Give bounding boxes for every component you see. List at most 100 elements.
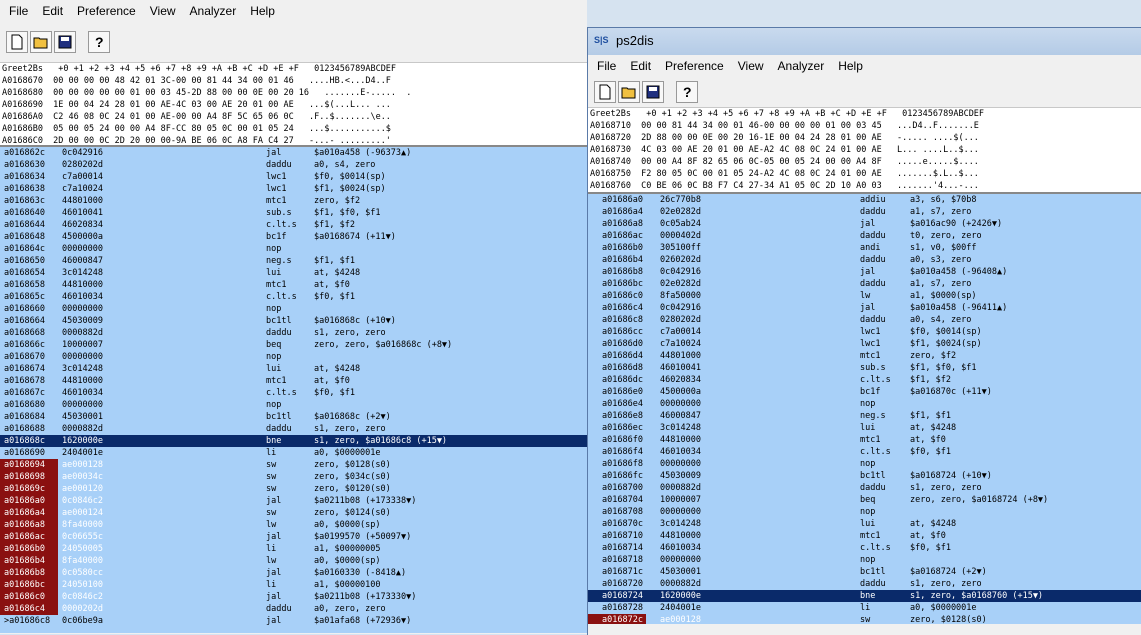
disasm-row[interactable]: a0168630 0280202d daddu a0, s4, zero [0,159,587,171]
disasm-row[interactable]: a01686b8 0c042916 jal $a010a458 (-96408▲) [588,266,1141,278]
disasm-row[interactable]: a01686cc c7a00014 lwc1 $f0, $0014(sp) [588,326,1141,338]
disasm-row[interactable]: a0168670 00000000 nop [0,351,587,363]
disasm-row[interactable]: a0168690 2404001e li a0, $0000001e [0,447,587,459]
disasm-row[interactable]: a0168728 2404001e li a0, $0000001e [588,602,1141,614]
disasm-row[interactable]: a01686b4 8fa40000 lw a0, $0000(sp) [0,555,587,567]
disasm-row[interactable]: a0168668 0000882d daddu s1, zero, zero [0,327,587,339]
disasm-row[interactable]: a0168674 3c014248 lui at, $4248 [0,363,587,375]
disasm-row[interactable]: a01686c8 0280202d daddu a0, s4, zero [588,314,1141,326]
disasm-row[interactable]: a0168698 ae00034c sw zero, $034c(s0) [0,471,587,483]
hex-row[interactable]: A01686B0 05 00 05 24 00 00 A4 8F-CC 80 0… [2,123,587,135]
disasm-row[interactable]: a0168680 00000000 nop [0,399,587,411]
hex-row[interactable]: A0168720 2D 88 00 00 0E 00 20 16-1E 00 0… [590,132,1141,144]
save-file-button[interactable] [54,31,76,53]
disasm-row[interactable]: a01686e8 46000847 neg.s $f1, $f1 [588,410,1141,422]
disasm-row[interactable]: a0168710 44810000 mtc1 at, $f0 [588,530,1141,542]
menu-item-preference[interactable]: Preference [70,4,143,18]
disasm-row[interactable]: a01686a8 8fa40000 lw a0, $0000(sp) [0,519,587,531]
disasm-row[interactable]: a0168660 00000000 nop [0,303,587,315]
disasm-row[interactable]: a016866c 10000007 beq zero, zero, $a016868c… [0,339,587,351]
disasm-row[interactable]: a01686f8 00000000 nop [588,458,1141,470]
hex-row[interactable]: A0168740 00 00 A4 8F 82 65 06 0C-05 00 0… [590,156,1141,168]
disasm-row[interactable]: a0168640 46010041 sub.s $f1, $f0, $f1 [0,207,587,219]
menu-item-preference[interactable]: Preference [658,59,731,73]
open-file-button[interactable] [618,81,640,103]
disasm-row[interactable]: a016872c ae000128 sw zero, $0128(s0) [588,614,1141,624]
disasm-row[interactable]: a01686fc 45030009 bc1tl $a0168724 (+10▼) [588,470,1141,482]
disasm-row[interactable]: a01686ac 0000402d daddu t0, zero, zero [588,230,1141,242]
disasm-row[interactable]: a0168688 0000882d daddu s1, zero, zero [0,423,587,435]
disasm-row[interactable]: a0168678 44810000 mtc1 at, $f0 [0,375,587,387]
menu-item-analyzer[interactable]: Analyzer [771,59,832,73]
disasm-row[interactable]: a01686e0 4500000a bc1f $a016870c (+11▼) [588,386,1141,398]
disasm-row[interactable]: a01686a4 ae000124 sw zero, $0124(s0) [0,507,587,519]
new-file-button[interactable] [594,81,616,103]
menu-item-edit[interactable]: Edit [35,4,70,18]
disasm-row[interactable]: a01686d0 c7a10024 lwc1 $f1, $0024(sp) [588,338,1141,350]
hex-row[interactable]: A0168710 00 00 81 44 34 00 01 46-00 00 0… [590,120,1141,132]
hex-view[interactable]: Greet2Bs +0 +1 +2 +3 +4 +5 +6 +7 +8 +9 +… [0,63,587,147]
disassembly-view[interactable]: a016862c 0c042916 jal $a010a458 (-96373▲) a0… [0,147,587,633]
save-file-button[interactable] [642,81,664,103]
disasm-row[interactable]: a01686c0 0c0846c2 jal $a0211b08 (+173330▼) [0,591,587,603]
disasm-row[interactable]: a0168644 46020834 c.lt.s $f1, $f2 [0,219,587,231]
menu-item-edit[interactable]: Edit [623,59,658,73]
new-file-button[interactable] [6,31,28,53]
hex-row[interactable]: A0168750 F2 80 05 0C 00 01 05 24-A2 4C 0… [590,168,1141,180]
disasm-row[interactable]: a01686f4 46010034 c.lt.s $f0, $f1 [588,446,1141,458]
hex-row[interactable]: A0168760 C0 BE 06 0C B8 F7 C4 27-34 A1 0… [590,180,1141,192]
hex-row[interactable]: A01686A0 C2 46 08 0C 24 01 00 AE-00 00 A… [2,111,587,123]
disasm-row[interactable]: a01686b8 0c0580cc jal $a0160330 (-8418▲) [0,567,587,579]
menu-item-analyzer[interactable]: Analyzer [183,4,244,18]
disasm-row[interactable]: a016864c 00000000 nop [0,243,587,255]
disasm-row[interactable]: a016867c 46010034 c.lt.s $f0, $f1 [0,387,587,399]
disasm-row[interactable]: a0168694 ae000128 sw zero, $0128(s0) [0,459,587,471]
disasm-row[interactable]: a0168704 10000007 beq zero, zero, $a0168724… [588,494,1141,506]
disasm-row[interactable]: a01686b0 305100ff andi s1, v0, $00ff [588,242,1141,254]
disasm-row[interactable]: a01686b0 24050005 li a1, $00000005 [0,543,587,555]
disasm-row[interactable]: a01686ac 0c06655c jal $a0199570 (+50097▼) [0,531,587,543]
disasm-row[interactable]: a01686ec 3c014248 lui at, $4248 [588,422,1141,434]
open-file-button[interactable] [30,31,52,53]
disassembly-view[interactable]: a01686a0 26c770b8 addiu a3, s6, $70b8 a01686… [588,194,1141,624]
hex-row[interactable]: A0168690 1E 00 04 24 28 01 00 AE-4C 03 0… [2,99,587,111]
disasm-row[interactable]: a0168648 4500000a bc1f $a0168674 (+11▼) [0,231,587,243]
disasm-row[interactable]: a01686dc 46020834 c.lt.s $f1, $f2 [588,374,1141,386]
hex-view[interactable]: Greet2Bs +0 +1 +2 +3 +4 +5 +6 +7 +8 +9 +… [588,108,1141,194]
disasm-row[interactable]: a016868c 1620000e bne s1, zero, $a01686c8 (… [0,435,587,447]
disasm-row[interactable]: a01686c4 0c042916 jal $a010a458 (-96411▲) [588,302,1141,314]
disasm-row[interactable]: >a01686c8 0c06be9a jal $a01afa68 (+72936▼) [0,615,587,627]
disasm-row[interactable]: a0168634 c7a00014 lwc1 $f0, $0014(sp) [0,171,587,183]
menu-item-view[interactable]: View [731,59,771,73]
menu-item-help[interactable]: Help [243,4,282,18]
disasm-row[interactable]: a0168718 00000000 nop [588,554,1141,566]
disasm-row[interactable]: a01686a0 0c0846c2 jal $a0211b08 (+173338▼) [0,495,587,507]
disasm-row[interactable]: a01686c4 0000202d daddu a0, zero, zero [0,603,587,615]
disasm-row[interactable]: a01686d4 44801000 mtc1 zero, $f2 [588,350,1141,362]
disasm-row[interactable]: a01686bc 24050100 li a1, $00000100 [0,579,587,591]
disasm-row[interactable]: a016869c ae000120 sw zero, $0120(s0) [0,483,587,495]
disasm-row[interactable]: a01686a8 0c05ab24 jal $a016ac90 (+2426▼) [588,218,1141,230]
menu-item-view[interactable]: View [143,4,183,18]
hex-row[interactable]: A0168680 00 00 00 00 00 01 00 03 45-2D 8… [2,87,587,99]
disasm-row[interactable]: a016871c 45030001 bc1tl $a0168724 (+2▼) [588,566,1141,578]
hex-row[interactable]: A0168670 00 00 00 00 48 42 01 3C-00 00 8… [2,75,587,87]
disasm-row[interactable]: a01686bc 02e0282d daddu a1, s7, zero [588,278,1141,290]
disasm-row[interactable]: a0168654 3c014248 lui at, $4248 [0,267,587,279]
disasm-row[interactable]: a01686a0 26c770b8 addiu a3, s6, $70b8 [588,194,1141,206]
disasm-row[interactable]: a016862c 0c042916 jal $a010a458 (-96373▲) [0,147,587,159]
help-button[interactable]: ? [88,31,110,53]
menu-item-help[interactable]: Help [831,59,870,73]
title-bar[interactable]: S|S ps2dis [588,28,1141,55]
disasm-row[interactable]: a0168650 46000847 neg.s $f1, $f1 [0,255,587,267]
disasm-row[interactable]: a01686b4 0260202d daddu a0, s3, zero [588,254,1141,266]
hex-row[interactable]: A0168730 4C 03 00 AE 20 01 00 AE-A2 4C 0… [590,144,1141,156]
help-button[interactable]: ? [676,81,698,103]
disasm-row[interactable]: a0168720 0000882d daddu s1, zero, zero [588,578,1141,590]
disasm-row[interactable]: a01686d8 46010041 sub.s $f1, $f0, $f1 [588,362,1141,374]
disasm-row[interactable]: a01686e4 00000000 nop [588,398,1141,410]
disasm-row[interactable]: a0168638 c7a10024 lwc1 $f1, $0024(sp) [0,183,587,195]
disasm-row[interactable]: a0168700 0000882d daddu s1, zero, zero [588,482,1141,494]
menu-item-file[interactable]: File [2,4,35,18]
disasm-row[interactable]: a0168658 44810000 mtc1 at, $f0 [0,279,587,291]
